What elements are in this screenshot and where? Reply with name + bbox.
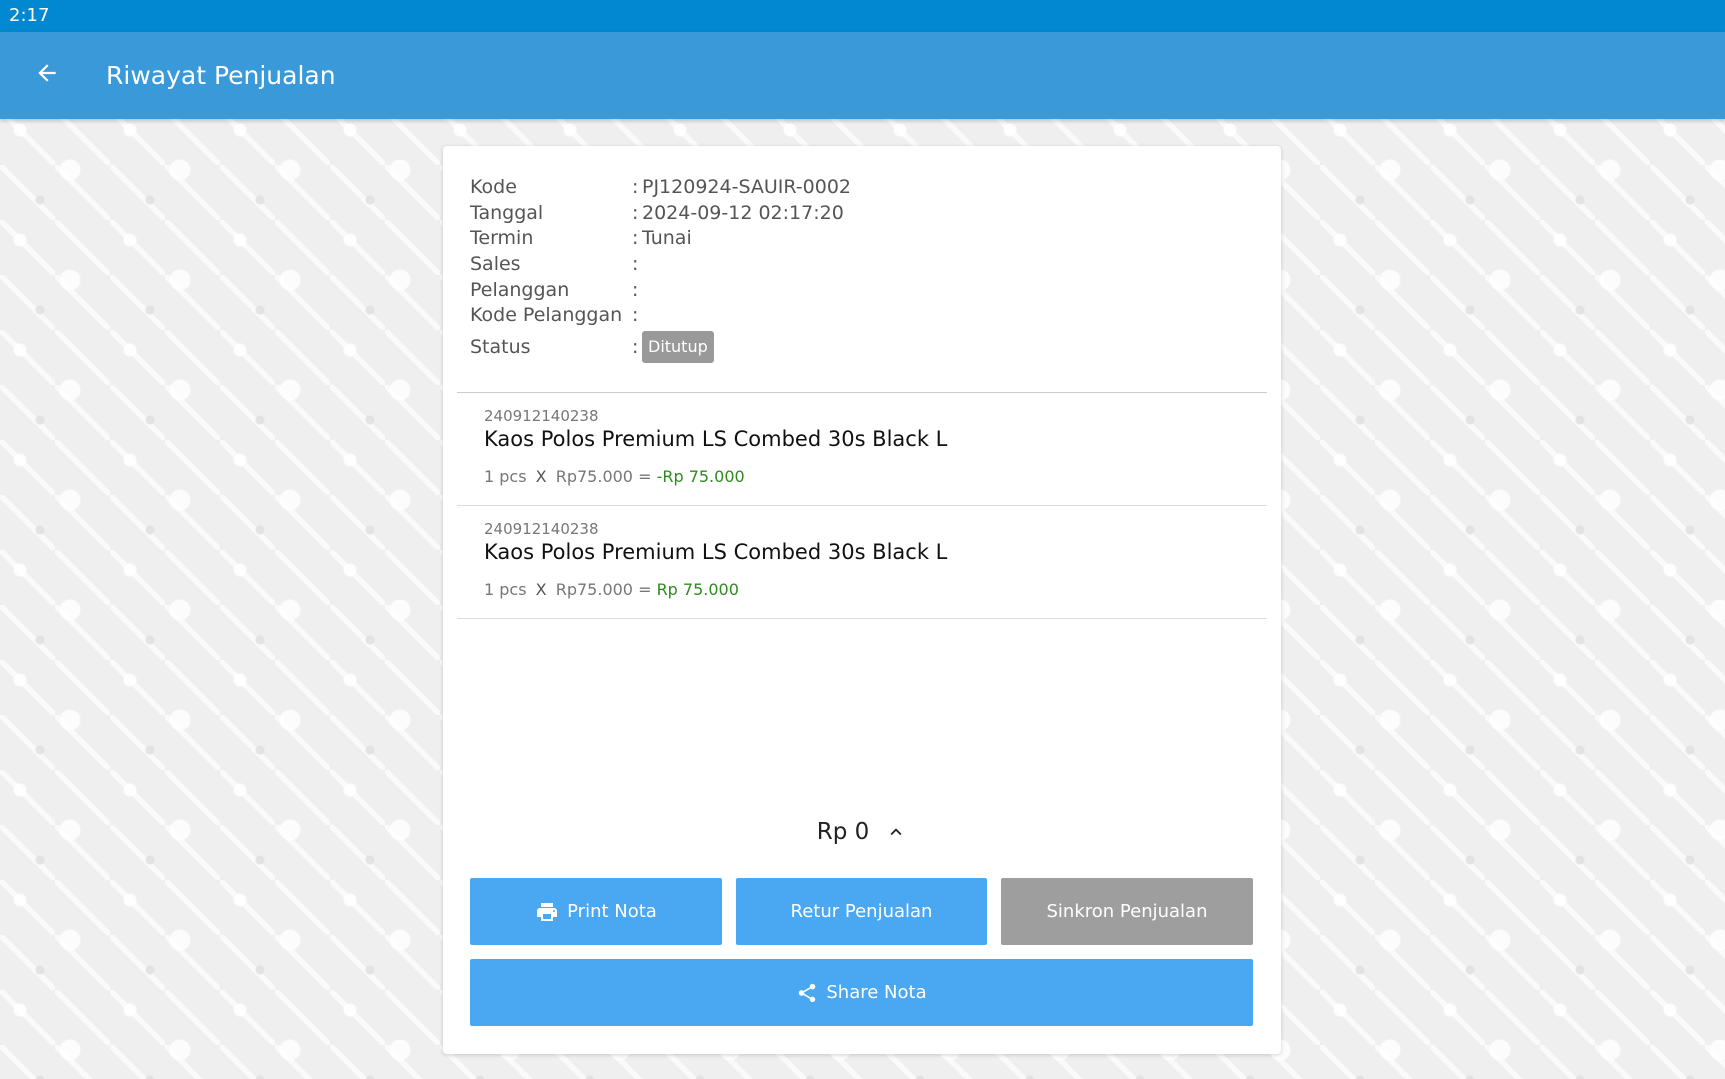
app-bar: Riwayat Penjualan xyxy=(0,32,1725,119)
info-value: PJ120924-SAUIR-0002 xyxy=(642,175,852,198)
status-badge: Ditutup xyxy=(642,331,714,364)
info-label: Status xyxy=(470,336,531,359)
item-name: Kaos Polos Premium LS Combed 30s Black L xyxy=(484,540,948,564)
chevron-up-icon[interactable] xyxy=(885,821,907,843)
info-row-kode-pelanggan: Kode Pelanggan : xyxy=(470,302,1250,328)
info-row-sales: Sales : xyxy=(470,251,1250,277)
item-qty: 1 pcs xyxy=(484,580,527,599)
info-row-pelanggan: Pelanggan : xyxy=(470,277,1250,303)
item-code: 240912140238 xyxy=(484,520,599,538)
info-label: Termin xyxy=(470,227,534,250)
retur-penjualan-button[interactable]: Retur Penjualan xyxy=(736,878,987,945)
item-amount: -Rp 75.000 xyxy=(656,467,745,486)
info-colon: : xyxy=(632,304,639,327)
item-amount: Rp 75.000 xyxy=(656,580,739,599)
status-time: 2:17 xyxy=(9,5,50,26)
total-value: Rp 0 xyxy=(816,819,870,845)
item-calculation: 1 pcs X Rp75.000 = -Rp 75.000 xyxy=(484,467,745,486)
item-price: Rp75.000 = xyxy=(555,467,652,486)
info-label: Tanggal xyxy=(470,201,544,224)
info-colon: : xyxy=(632,278,639,301)
page-title: Riwayat Penjualan xyxy=(106,61,336,90)
share-icon xyxy=(796,982,818,1004)
sinkron-penjualan-button[interactable]: Sinkron Penjualan xyxy=(1001,878,1253,945)
list-item[interactable]: 240912140238 Kaos Polos Premium LS Combe… xyxy=(457,506,1267,619)
sale-info: Kode : PJ120924-SAUIR-0002 Tanggal : 202… xyxy=(470,174,1250,364)
total-summary: Rp 0 xyxy=(443,814,1281,850)
retur-penjualan-label: Retur Penjualan xyxy=(790,901,933,922)
printer-icon xyxy=(535,900,559,924)
info-colon: : xyxy=(632,201,639,224)
info-value: Tunai xyxy=(642,227,692,250)
info-colon: : xyxy=(632,175,639,198)
print-nota-button[interactable]: Print Nota xyxy=(470,878,722,945)
info-row-termin: Termin : Tunai xyxy=(470,225,1250,251)
info-label: Kode Pelanggan xyxy=(470,304,623,327)
arrow-left-icon xyxy=(34,60,60,90)
item-calculation: 1 pcs X Rp75.000 = Rp 75.000 xyxy=(484,580,739,599)
info-colon: : xyxy=(632,336,639,359)
info-label: Sales xyxy=(470,252,521,275)
item-qty: 1 pcs xyxy=(484,467,527,486)
info-value: 2024-09-12 02:17:20 xyxy=(642,201,844,224)
list-item[interactable]: 240912140238 Kaos Polos Premium LS Combe… xyxy=(457,393,1267,506)
sinkron-penjualan-label: Sinkron Penjualan xyxy=(1046,901,1208,922)
info-row-tanggal: Tanggal : 2024-09-12 02:17:20 xyxy=(470,200,1250,226)
print-nota-label: Print Nota xyxy=(567,901,657,922)
status-bar: 2:17 xyxy=(0,0,1725,32)
info-label: Kode xyxy=(470,175,517,198)
share-nota-button[interactable]: Share Nota xyxy=(470,959,1253,1026)
back-button[interactable] xyxy=(24,52,70,98)
item-code: 240912140238 xyxy=(484,407,599,425)
info-row-status: Status : Ditutup xyxy=(470,330,1250,364)
info-colon: : xyxy=(632,227,639,250)
sale-detail-card: Kode : PJ120924-SAUIR-0002 Tanggal : 202… xyxy=(443,146,1281,1054)
item-name: Kaos Polos Premium LS Combed 30s Black L xyxy=(484,427,948,451)
info-colon: : xyxy=(632,252,639,275)
item-price: Rp75.000 = xyxy=(555,580,652,599)
info-row-kode: Kode : PJ120924-SAUIR-0002 xyxy=(470,174,1250,200)
info-label: Pelanggan xyxy=(470,278,570,301)
item-times: X xyxy=(535,467,547,486)
item-times: X xyxy=(535,580,547,599)
share-nota-label: Share Nota xyxy=(826,982,927,1003)
